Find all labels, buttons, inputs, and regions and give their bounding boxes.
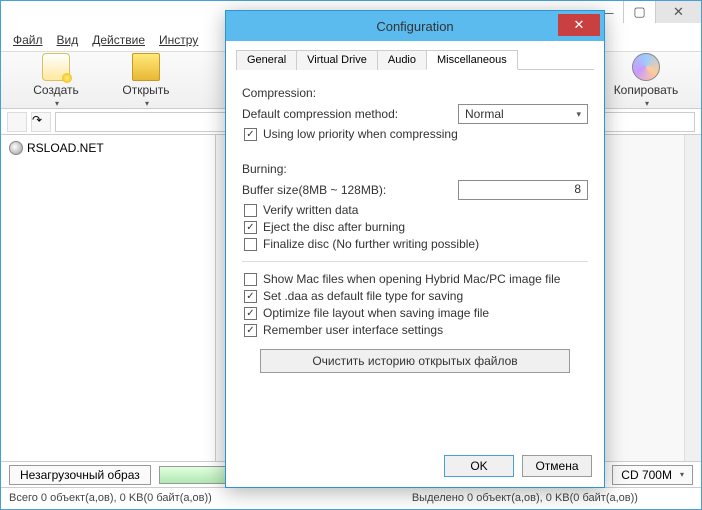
chevron-down-icon: ▾ [576, 109, 581, 120]
close-button[interactable]: ✕ [655, 1, 701, 23]
configuration-dialog: Configuration ✕ General Virtual Drive Au… [225, 10, 605, 488]
compression-method-select[interactable]: Normal ▾ [458, 104, 588, 124]
boot-type-button[interactable]: Незагрузочный образ [9, 465, 151, 485]
dialog-close-button[interactable]: ✕ [558, 14, 600, 36]
tree-root-item[interactable]: RSLOAD.NET [5, 139, 211, 157]
menu-tools[interactable]: Инстру [153, 31, 204, 49]
disc-size-selector[interactable]: CD 700M▾ [612, 465, 693, 485]
create-button[interactable]: Создать▾ [11, 53, 101, 108]
menu-action[interactable]: Действие [86, 31, 151, 49]
buffer-size-label: Buffer size(8MB ~ 128MB): [242, 183, 386, 197]
menu-view[interactable]: Вид [51, 31, 85, 49]
verify-label: Verify written data [263, 203, 358, 217]
finalize-label: Finalize disc (No further writing possib… [263, 237, 479, 251]
dialog-title: Configuration [376, 19, 453, 34]
show-mac-label: Show Mac files when opening Hybrid Mac/P… [263, 272, 560, 286]
dialog-footer: OK Отмена [444, 455, 592, 477]
show-mac-checkbox[interactable] [244, 273, 257, 286]
menu-file[interactable]: Файл [7, 31, 49, 49]
eject-label: Eject the disc after burning [263, 220, 405, 234]
optimize-checkbox[interactable] [244, 307, 257, 320]
buffer-size-input[interactable]: 8 [458, 180, 588, 200]
tab-general[interactable]: General [236, 50, 297, 70]
open-folder-icon [132, 53, 160, 81]
up-button[interactable]: ↷ [31, 112, 51, 132]
eject-checkbox[interactable] [244, 221, 257, 234]
cancel-button[interactable]: Отмена [522, 455, 592, 477]
dialog-titlebar[interactable]: Configuration ✕ [226, 11, 604, 41]
low-priority-checkbox[interactable] [244, 128, 257, 141]
dialog-body: Compression: Default compression method:… [226, 70, 604, 383]
clear-history-button[interactable]: Очистить историю открытых файлов [260, 349, 570, 373]
tab-audio[interactable]: Audio [377, 50, 427, 70]
verify-checkbox[interactable] [244, 204, 257, 217]
tree-pane: RSLOAD.NET [1, 135, 216, 461]
tab-miscellaneous[interactable]: Miscellaneous [426, 50, 518, 70]
info-bar: Всего 0 объект(а,ов), 0 KB(0 байт(а,ов))… [1, 487, 701, 507]
remember-label: Remember user interface settings [263, 323, 443, 337]
burning-header: Burning: [242, 162, 588, 176]
selected-info: Выделено 0 объект(а,ов), 0 KB(0 байт(а,о… [412, 492, 638, 504]
remember-checkbox[interactable] [244, 324, 257, 337]
copy-button[interactable]: Копировать▾ [601, 53, 691, 108]
open-button[interactable]: Открыть▾ [101, 53, 191, 108]
tab-virtual-drive[interactable]: Virtual Drive [296, 50, 378, 70]
maximize-button[interactable]: ▢ [623, 1, 655, 23]
compression-method-label: Default compression method: [242, 107, 398, 121]
set-daa-label: Set .daa as default file type for saving [263, 289, 463, 303]
total-info: Всего 0 объект(а,ов), 0 KB(0 байт(а,ов)) [9, 492, 212, 504]
back-button[interactable] [7, 112, 27, 132]
optimize-label: Optimize file layout when saving image f… [263, 306, 489, 320]
ok-button[interactable]: OK [444, 455, 514, 477]
new-file-icon [42, 53, 70, 81]
compression-header: Compression: [242, 86, 588, 100]
disc-icon [9, 141, 23, 155]
tab-strip: General Virtual Drive Audio Miscellaneou… [236, 49, 594, 70]
set-daa-checkbox[interactable] [244, 290, 257, 303]
finalize-checkbox[interactable] [244, 238, 257, 251]
low-priority-label: Using low priority when compressing [263, 127, 458, 141]
copy-disc-icon [632, 53, 660, 81]
